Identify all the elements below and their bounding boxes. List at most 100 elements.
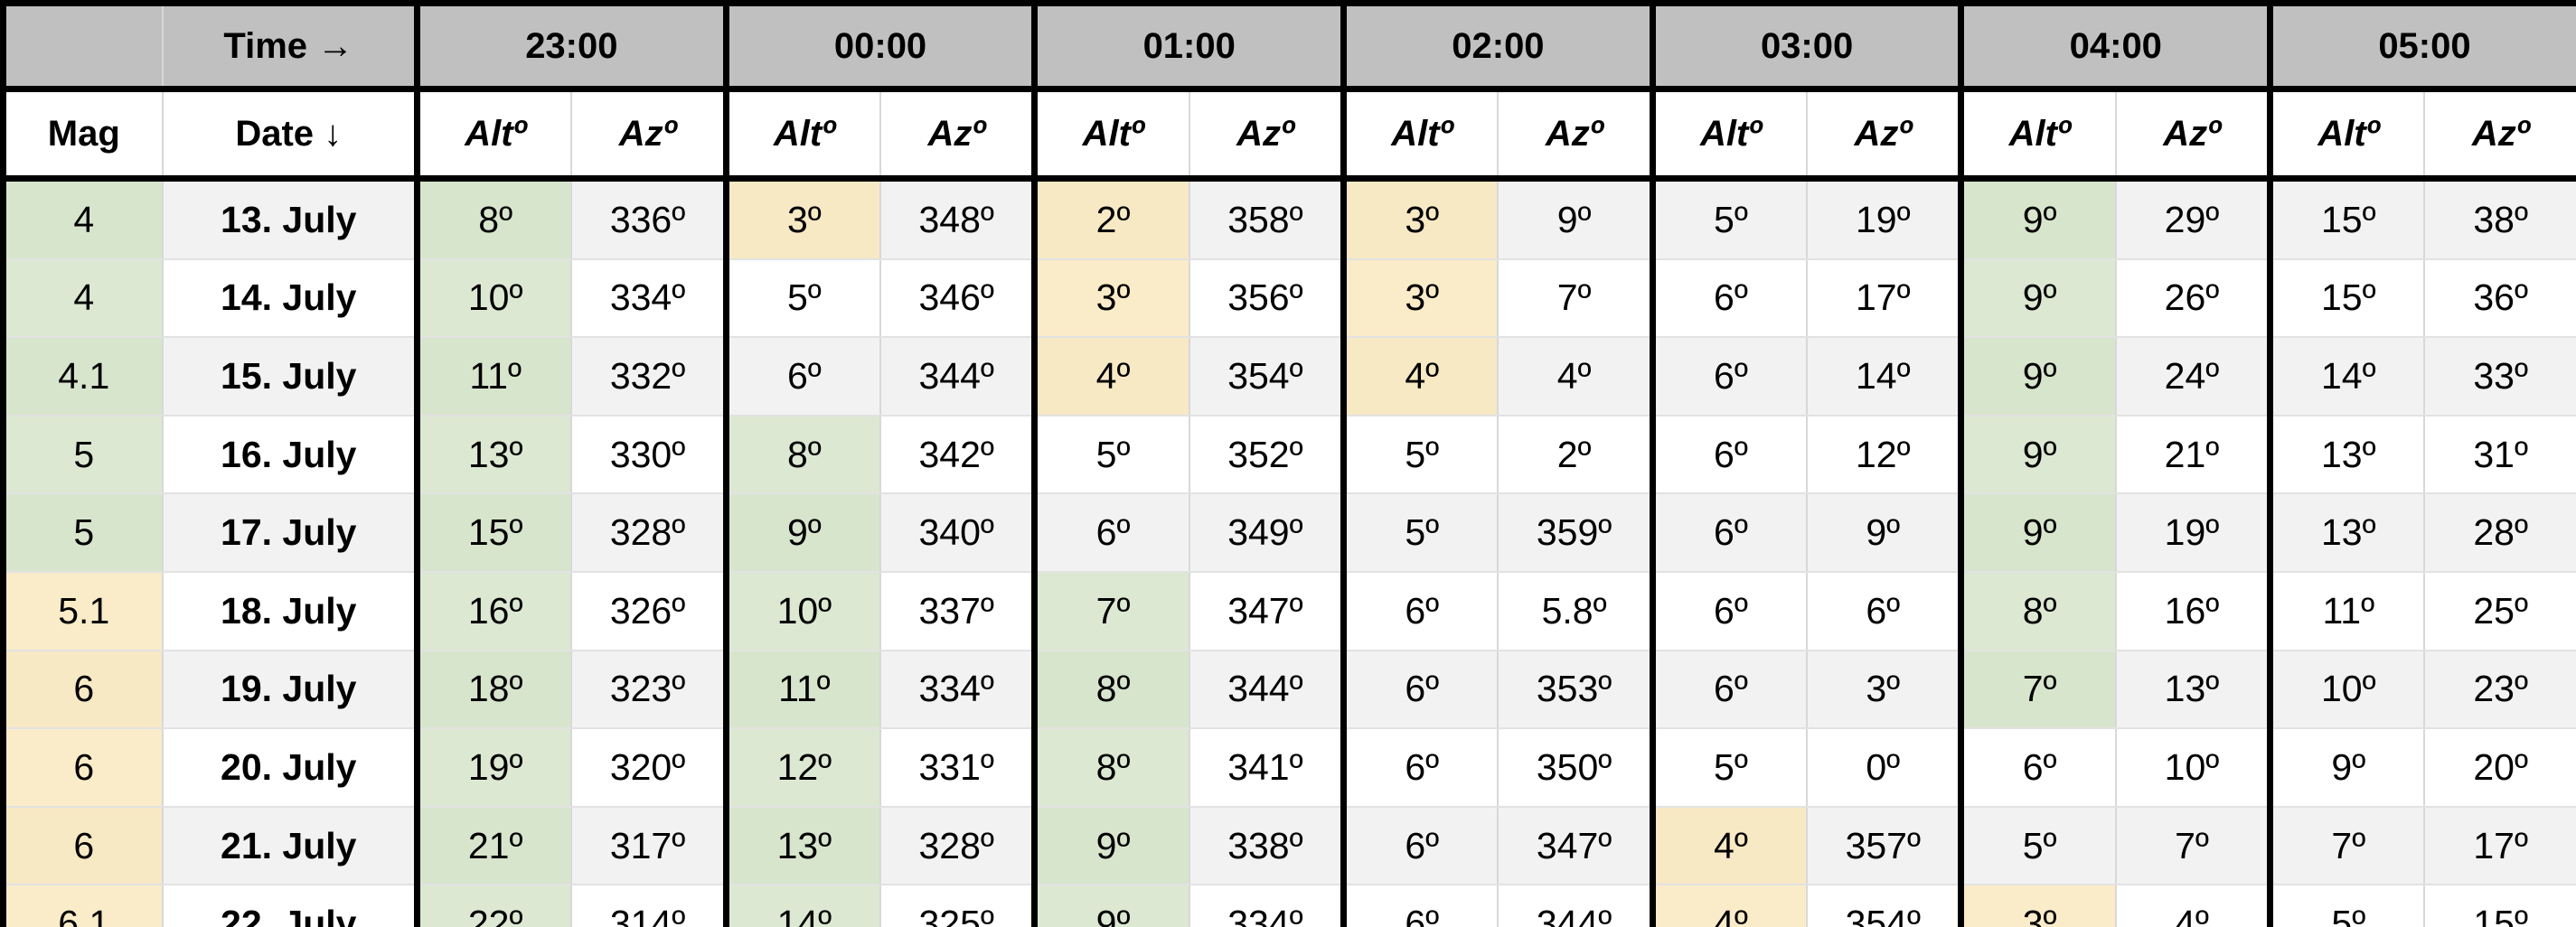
column-header-az-0400[interactable]: Azº (2115, 89, 2274, 182)
time-group-header-0400[interactable]: 04:00 (1960, 3, 2274, 92)
cell-altitude: 13º (2270, 415, 2426, 495)
cell-date: 20. July (162, 728, 420, 808)
table-row: 4 14. July 10º 334º 5º 346º 3º 356º 3º 7º 6º 17º 9º 2… (3, 258, 2576, 339)
cell-altitude: 4º (1652, 806, 1809, 886)
column-header-az-0300[interactable]: Azº (1807, 89, 1965, 182)
cell-altitude: 11º (726, 650, 882, 730)
time-group-header-0200[interactable]: 02:00 (1343, 3, 1656, 92)
cell-altitude: 22º (417, 885, 573, 927)
cell-azimuth: 328º (571, 493, 729, 573)
cell-magnitude: 6 (3, 806, 164, 886)
cell-azimuth: 357º (1807, 806, 1965, 886)
cell-altitude: 6º (1652, 258, 1809, 339)
cell-altitude: 9º (1960, 493, 2117, 573)
cell-azimuth: 9º (1498, 178, 1656, 260)
table-row: 5 16. July 13º 330º 8º 342º 5º 352º 5º 2º 6º 12º 9º 2… (3, 415, 2576, 495)
column-header-alt-0100[interactable]: Altº (1034, 89, 1190, 182)
time-direction-label: Time → (162, 3, 420, 92)
cell-altitude: 9º (1960, 415, 2117, 495)
cell-altitude: 6º (1652, 415, 1809, 495)
column-header-alt-2300[interactable]: Altº (417, 89, 573, 182)
cell-azimuth: 344º (880, 337, 1039, 417)
time-group-header-0000[interactable]: 00:00 (726, 3, 1039, 92)
column-header-alt-0000[interactable]: Altº (726, 89, 882, 182)
cell-altitude: 6º (1343, 885, 1500, 927)
column-header-az-0000[interactable]: Azº (880, 89, 1039, 182)
cell-azimuth: 337º (880, 571, 1039, 651)
cell-magnitude: 6.1 (3, 885, 164, 927)
cell-magnitude: 4 (3, 178, 164, 260)
cell-altitude: 6º (1343, 571, 1500, 651)
cell-altitude: 12º (726, 728, 882, 808)
column-header-az-0100[interactable]: Azº (1189, 89, 1348, 182)
cell-azimuth: 349º (1189, 493, 1348, 573)
cell-altitude: 4º (1343, 337, 1500, 417)
cell-altitude: 14º (726, 885, 882, 927)
table-row: 6 20. July 19º 320º 12º 331º 8º 341º 6º 350º 5º 0º 6… (3, 728, 2576, 808)
cell-date: 22. July (162, 885, 420, 927)
cell-azimuth: 21º (2115, 415, 2274, 495)
table-row: 6 19. July 18º 323º 11º 334º 8º 344º 6º 353º 6º 3º 7… (3, 650, 2576, 730)
cell-azimuth: 25º (2424, 571, 2576, 651)
table-row: 6.1 22. July 22º 314º 14º 325º 9º 334º 6º 344º 4º 3… (3, 885, 2576, 927)
cell-altitude: 6º (1960, 728, 2117, 808)
cell-altitude: 19º (417, 728, 573, 808)
cell-azimuth: 19º (2115, 493, 2274, 573)
cell-magnitude: 6 (3, 728, 164, 808)
cell-azimuth: 14º (1807, 337, 1965, 417)
object-visibility-table: Time → 23:00 00:00 01:00 02:00 03:00 04:00 05:… (0, 0, 2576, 927)
cell-azimuth: 341º (1189, 728, 1348, 808)
cell-altitude: 9º (1034, 806, 1190, 886)
time-group-header-2300[interactable]: 23:00 (417, 3, 729, 92)
column-header-alt-0400[interactable]: Altº (1960, 89, 2117, 182)
cell-azimuth: 331º (880, 728, 1039, 808)
cell-azimuth: 323º (571, 650, 729, 730)
column-header-alt-0200[interactable]: Altº (1343, 89, 1500, 182)
cell-azimuth: 359º (1498, 493, 1656, 573)
column-header-alt-0500[interactable]: Altº (2270, 89, 2426, 182)
table-row: 5.1 18. July 16º 326º 10º 337º 7º 347º 6º 5.8º 6º 6… (3, 571, 2576, 651)
cell-azimuth: 353º (1498, 650, 1656, 730)
column-header-date[interactable]: Date ↓ (162, 89, 420, 182)
cell-altitude: 4º (1034, 337, 1190, 417)
column-header-mag[interactable]: Mag (3, 89, 164, 182)
cell-altitude: 6º (1343, 728, 1500, 808)
cell-azimuth: 4º (2115, 885, 2274, 927)
cell-date: 17. July (162, 493, 420, 573)
cell-date: 14. July (162, 258, 420, 339)
cell-altitude: 3º (1343, 178, 1500, 260)
cell-azimuth: 325º (880, 885, 1039, 927)
table-row: 6 21. July 21º 317º 13º 328º 9º 338º 6º 347º 4º 357… (3, 806, 2576, 886)
cell-magnitude: 5 (3, 493, 164, 573)
cell-azimuth: 31º (2424, 415, 2576, 495)
cell-altitude: 9º (1960, 258, 2117, 339)
cell-altitude: 15º (417, 493, 573, 573)
cell-altitude: 6º (1652, 571, 1809, 651)
cell-magnitude: 5 (3, 415, 164, 495)
time-group-header-0100[interactable]: 01:00 (1034, 3, 1348, 92)
column-header-alt-0300[interactable]: Altº (1652, 89, 1809, 182)
cell-azimuth: 24º (2115, 337, 2274, 417)
cell-magnitude: 4.1 (3, 337, 164, 417)
cell-azimuth: 7º (1498, 258, 1656, 339)
cell-azimuth: 342º (880, 415, 1039, 495)
time-group-header-0500[interactable]: 05:00 (2270, 3, 2576, 92)
cell-altitude: 13º (726, 806, 882, 886)
column-header-az-2300[interactable]: Azº (571, 89, 729, 182)
cell-azimuth: 336º (571, 178, 729, 260)
cell-azimuth: 350º (1498, 728, 1656, 808)
cell-altitude: 6º (1034, 493, 1190, 573)
time-group-header-0300[interactable]: 03:00 (1652, 3, 1965, 92)
column-header-az-0200[interactable]: Azº (1498, 89, 1656, 182)
cell-azimuth: 347º (1189, 571, 1348, 651)
cell-altitude: 15º (2270, 178, 2426, 260)
cell-azimuth: 6º (1807, 571, 1965, 651)
column-header-az-0500[interactable]: Azº (2424, 89, 2576, 182)
cell-azimuth: 334º (571, 258, 729, 339)
cell-altitude: 8º (726, 415, 882, 495)
cell-azimuth: 326º (571, 571, 729, 651)
cell-altitude: 9º (1034, 885, 1190, 927)
cell-azimuth: 334º (880, 650, 1039, 730)
cell-altitude: 5º (1343, 493, 1500, 573)
cell-azimuth: 33º (2424, 337, 2576, 417)
